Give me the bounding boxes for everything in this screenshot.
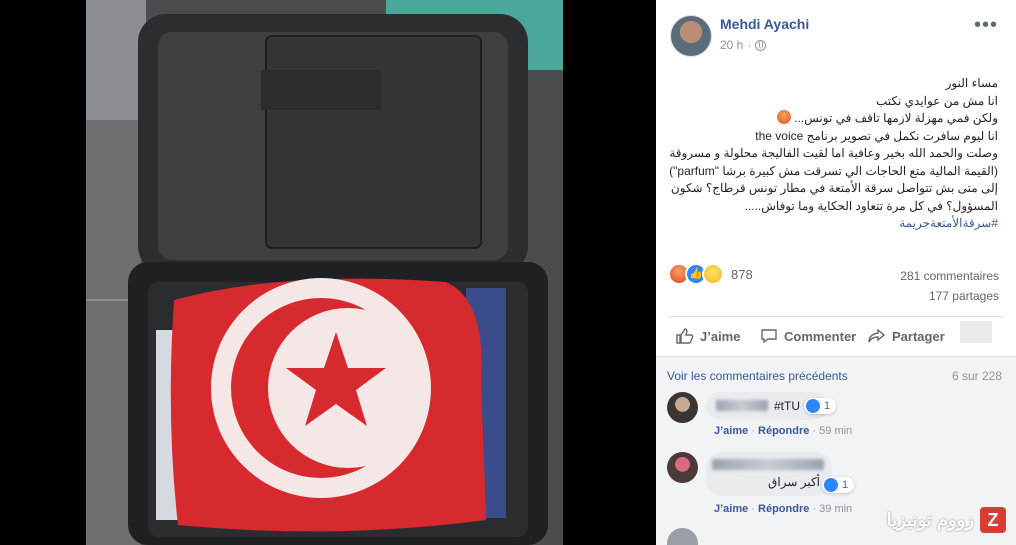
- comment-reply-link[interactable]: Répondre: [758, 503, 809, 515]
- wow-reaction-icon: [702, 263, 724, 285]
- comment-text: #tTU: [774, 399, 801, 413]
- share-button[interactable]: Partager: [868, 328, 945, 344]
- like-reaction-icon: [824, 478, 838, 492]
- hashtag-link[interactable]: #سرقةالأمتعةجريمة: [899, 216, 998, 230]
- share-icon: [868, 328, 886, 343]
- post-text: مساء النور انا مش من عوايدي نكتب ولكن فم…: [666, 75, 998, 233]
- post-time[interactable]: 20 h: [720, 38, 743, 52]
- comment-bubble: أكبر سراق: [706, 452, 832, 496]
- comments-pagination: 6 sur 228: [951, 369, 1002, 383]
- commenter-avatar[interactable]: [667, 452, 698, 483]
- commenter-avatar[interactable]: [667, 392, 698, 423]
- comment-actions: J’aime · Répondre · 39 min: [714, 503, 853, 515]
- post-line: ولكن فمي مهزلة لازمها تاقف في تونس...: [666, 110, 998, 128]
- post-meta: 20 h ·: [720, 38, 767, 52]
- watermark: زووم تونيزيا Z: [887, 507, 1006, 533]
- comment-like-link[interactable]: J’aime: [714, 425, 748, 437]
- comment-button[interactable]: Commenter: [760, 328, 856, 344]
- post-line: انا مش من عوايدي نكتب: [875, 93, 998, 108]
- divider: [656, 356, 1016, 357]
- post-stats: 281 commentaires 177 partages: [900, 266, 999, 306]
- comment-reply-link[interactable]: Répondre: [758, 425, 809, 437]
- shares-count[interactable]: 177 partages: [900, 286, 999, 306]
- comment-icon: [761, 329, 777, 344]
- like-reaction-icon: [806, 399, 820, 413]
- share-preview-thumbnail[interactable]: [960, 321, 992, 343]
- photo-viewer[interactable]: [0, 0, 656, 545]
- comment-reaction-badge[interactable]: 1: [822, 477, 855, 493]
- comment-like-link[interactable]: J’aime: [714, 503, 748, 515]
- author-name[interactable]: Mehdi Ayachi: [720, 16, 809, 32]
- comments-count[interactable]: 281 commentaires: [900, 266, 999, 286]
- angry-emoji-icon: [776, 110, 791, 124]
- author-avatar[interactable]: [670, 15, 712, 57]
- view-previous-comments-link[interactable]: Voir les commentaires précédents: [667, 369, 848, 383]
- zoom-tunisia-logo-icon: Z: [980, 507, 1006, 533]
- globe-icon: [755, 39, 767, 51]
- comment-text: أكبر سراق: [768, 475, 820, 489]
- comment-time[interactable]: 39 min: [819, 503, 852, 515]
- comment-reaction-badge[interactable]: 1: [804, 398, 837, 414]
- thumbs-up-icon: [676, 328, 694, 344]
- like-button[interactable]: J’aime: [676, 328, 740, 344]
- suitcase-illustration: [86, 0, 563, 545]
- post-sidebar: Mehdi Ayachi 20 h · ••• مساء النور انا م…: [656, 0, 1016, 545]
- post-line: وصلت والحمد الله بخير وعافية اما لقيت ال…: [669, 146, 998, 230]
- post-line: مساء النور: [945, 76, 998, 90]
- commenter-name-blurred[interactable]: [716, 400, 768, 411]
- suitcase-photo: [86, 0, 563, 545]
- comment-time[interactable]: 59 min: [819, 425, 852, 437]
- post-line: انا ليوم سافرت نكمل في تصوير برنامج the …: [755, 128, 998, 143]
- commenter-name-blurred[interactable]: [712, 459, 824, 470]
- reactions-count: 878: [731, 266, 753, 282]
- comment-actions: J’aime · Répondre · 59 min: [714, 425, 853, 437]
- reactions-summary[interactable]: 👍 878: [668, 263, 753, 285]
- more-options-button[interactable]: •••: [974, 14, 998, 37]
- commenter-avatar[interactable]: [667, 528, 698, 545]
- divider: [668, 316, 1004, 317]
